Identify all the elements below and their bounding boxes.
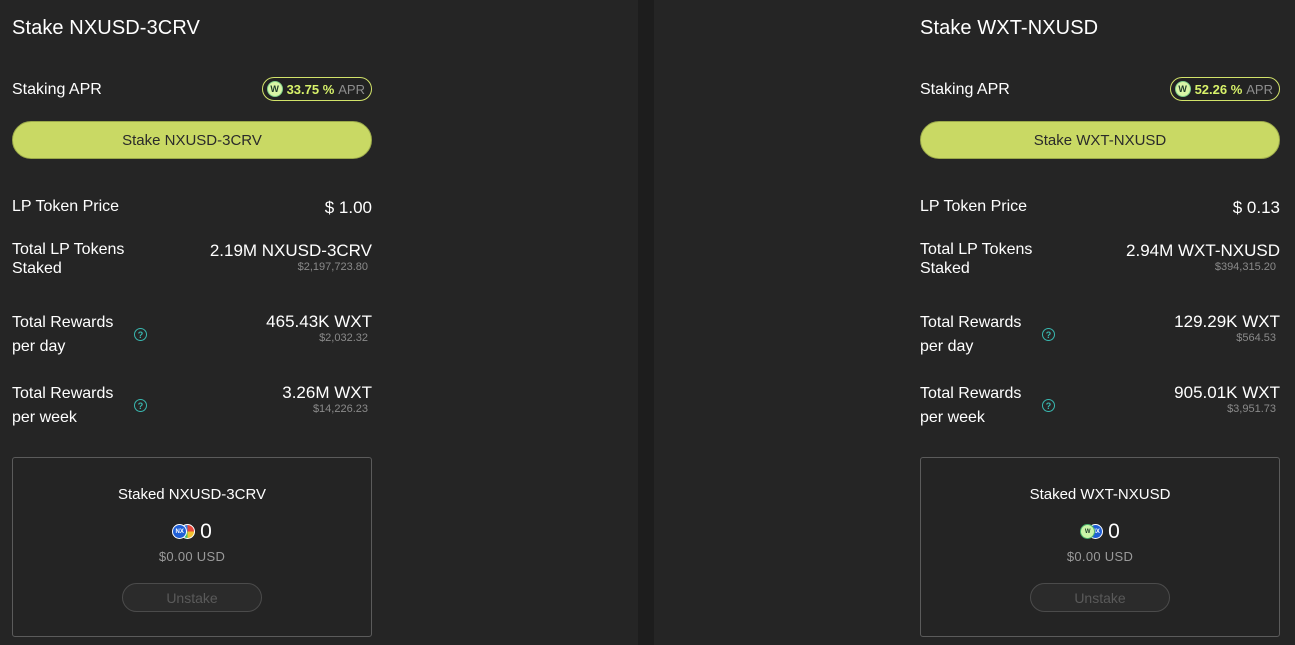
staked-usd-value: $0.00 USD bbox=[158, 549, 226, 564]
lp-token-price-label: LP Token Price bbox=[12, 198, 120, 215]
pool-panel-wxt-nxusd: Stake WXT-NXUSD Staking APR W 52.26 % AP… bbox=[654, 0, 1295, 645]
rewards-per-week-value: 905.01K WXT bbox=[1174, 383, 1280, 402]
rewards-per-week-label-line1: Total Rewards bbox=[12, 385, 114, 402]
rewards-per-day-usd: $2,032.32 bbox=[319, 332, 368, 344]
pool-panel-nxusd-3crv: Stake NXUSD-3CRV Staking APR W 33.75 % A… bbox=[0, 0, 638, 645]
apr-unit: APR bbox=[338, 81, 365, 97]
stake-button[interactable]: Stake NXUSD-3CRV bbox=[12, 121, 372, 159]
total-lp-staked-value: 2.19M NXUSD-3CRV bbox=[209, 241, 372, 260]
staked-amount-row: NX 0 bbox=[13, 520, 371, 544]
apr-unit: APR bbox=[1246, 81, 1273, 97]
staked-card: Staked WXT-NXUSD W NX 0 $0.00 USD Unstak… bbox=[920, 457, 1280, 637]
total-lp-staked-label-line2: Staked bbox=[12, 260, 62, 277]
rewards-per-week-label: Total Rewards per week bbox=[12, 382, 113, 430]
rewards-per-week-label-line2: per week bbox=[920, 409, 985, 426]
stake-button[interactable]: Stake WXT-NXUSD bbox=[920, 121, 1280, 159]
staked-card: Staked NXUSD-3CRV NX 0 $0.00 USD Unstake bbox=[12, 457, 372, 637]
apr-value: 52.26 % bbox=[1194, 81, 1243, 97]
panel-divider bbox=[638, 0, 654, 645]
pool-column: Stake NXUSD-3CRV Staking APR W 33.75 % A… bbox=[12, 0, 372, 645]
rewards-per-day-label-line1: Total Rewards bbox=[12, 314, 114, 331]
total-lp-staked-usd: $2,197,723.80 bbox=[297, 261, 368, 273]
lp-token-price-label: LP Token Price bbox=[920, 198, 1028, 215]
help-icon[interactable]: ? bbox=[134, 328, 147, 341]
unstake-button[interactable]: Unstake bbox=[1030, 583, 1170, 612]
rewards-per-day-value: 129.29K WXT bbox=[1174, 312, 1280, 331]
total-lp-staked-label-line1: Total LP Tokens bbox=[12, 241, 125, 258]
rewards-per-week-value: 3.26M WXT bbox=[282, 383, 372, 402]
wxt-coin-icon: W bbox=[266, 81, 283, 97]
total-lp-staked-usd: $394,315.20 bbox=[1214, 261, 1276, 273]
help-icon[interactable]: ? bbox=[134, 399, 147, 412]
pool-title: Stake NXUSD-3CRV bbox=[12, 17, 200, 39]
rewards-per-day-usd: $564.53 bbox=[1236, 332, 1276, 344]
rewards-per-week-label: Total Rewards per week bbox=[920, 382, 1021, 430]
rewards-per-day-label: Total Rewards per day bbox=[920, 311, 1021, 359]
total-lp-staked-label-line2: Staked bbox=[920, 260, 970, 277]
rewards-per-day-label-line2: per day bbox=[920, 338, 974, 355]
rewards-per-day-label-line2: per day bbox=[12, 338, 66, 355]
pool-column: Stake WXT-NXUSD Staking APR W 52.26 % AP… bbox=[920, 0, 1280, 645]
total-lp-staked-label: Total LP Tokens Staked bbox=[920, 240, 1032, 278]
apr-badge: W 52.26 % APR bbox=[1169, 77, 1280, 101]
total-lp-staked-label: Total LP Tokens Staked bbox=[12, 240, 124, 278]
staked-usd-value: $0.00 USD bbox=[1066, 549, 1134, 564]
help-icon[interactable]: ? bbox=[1042, 328, 1055, 341]
total-lp-staked-value: 2.94M WXT-NXUSD bbox=[1126, 241, 1280, 260]
rewards-per-week-usd: $3,951.73 bbox=[1227, 403, 1276, 415]
rewards-per-week-label-line1: Total Rewards bbox=[920, 385, 1022, 402]
staked-amount-row: W NX 0 bbox=[921, 520, 1279, 544]
wxt-coin-icon: W bbox=[1174, 81, 1191, 97]
rewards-per-day-label-line1: Total Rewards bbox=[920, 314, 1022, 331]
staking-page: Stake NXUSD-3CRV Staking APR W 33.75 % A… bbox=[0, 0, 1295, 645]
rewards-per-week-usd: $14,226.23 bbox=[312, 403, 368, 415]
help-icon[interactable]: ? bbox=[1042, 399, 1055, 412]
staked-amount: 0 bbox=[200, 520, 212, 543]
lp-token-pair-icon: W NX bbox=[1080, 524, 1104, 540]
apr-value: 33.75 % bbox=[286, 81, 335, 97]
staking-apr-label: Staking APR bbox=[12, 81, 102, 98]
unstake-button[interactable]: Unstake bbox=[122, 583, 262, 612]
staked-title: Staked NXUSD-3CRV bbox=[117, 486, 267, 503]
rewards-per-day-value: 465.43K WXT bbox=[266, 312, 372, 331]
staked-title: Staked WXT-NXUSD bbox=[1029, 486, 1171, 503]
lp-token-price-value: $ 0.13 bbox=[1232, 198, 1280, 217]
pool-title: Stake WXT-NXUSD bbox=[920, 17, 1099, 39]
apr-badge: W 33.75 % APR bbox=[261, 77, 372, 101]
rewards-per-day-label: Total Rewards per day bbox=[12, 311, 113, 359]
lp-token-price-value: $ 1.00 bbox=[324, 198, 372, 217]
staked-amount: 0 bbox=[1108, 520, 1120, 543]
rewards-per-week-label-line2: per week bbox=[12, 409, 77, 426]
total-lp-staked-label-line1: Total LP Tokens bbox=[920, 241, 1033, 258]
lp-token-pair-icon: NX bbox=[172, 524, 196, 540]
staking-apr-label: Staking APR bbox=[920, 81, 1010, 98]
